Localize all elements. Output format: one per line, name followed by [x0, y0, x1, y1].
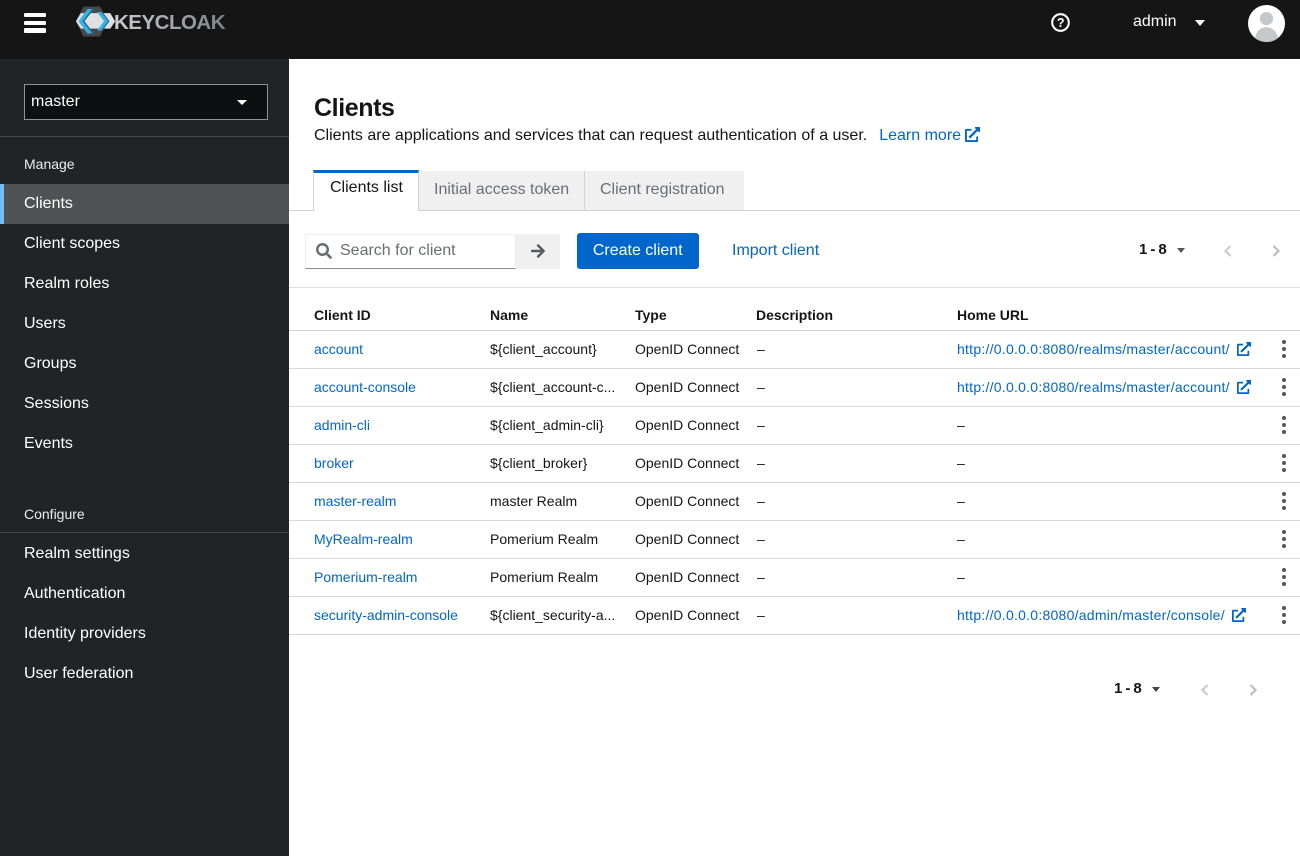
svg-text:KEYCLOAK: KEYCLOAK: [114, 11, 226, 34]
svg-text:?: ?: [1057, 16, 1065, 30]
